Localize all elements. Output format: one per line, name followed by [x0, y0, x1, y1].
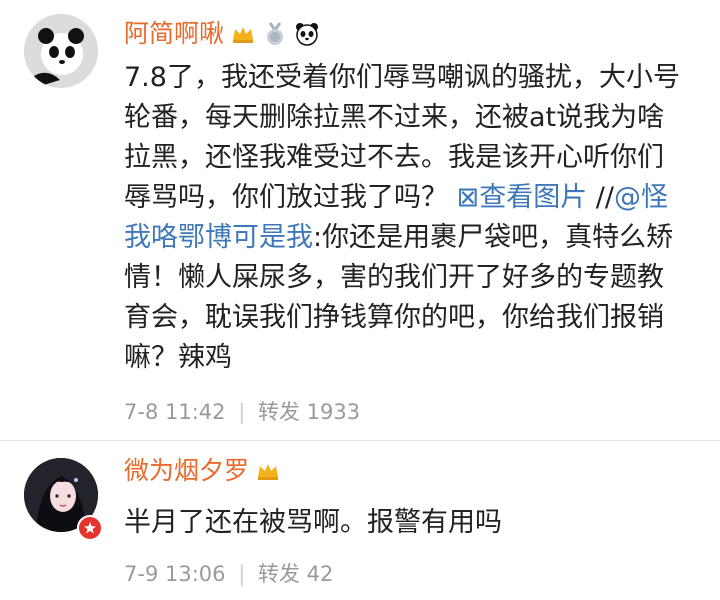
- comment-item-1: 阿简啊啾 7.8了，我还受着你们辱骂嘲讽的骚扰，大小号轮番，每天删除拉黑不过来，…: [0, 0, 720, 440]
- comment-body: 半月了还在被骂啊。报警有用吗: [124, 507, 502, 538]
- view-image-label: 查看图片: [479, 182, 588, 213]
- crown-icon: [255, 458, 281, 484]
- user-row: 阿简啊啾: [124, 18, 320, 50]
- repost-count: 1933: [306, 400, 361, 424]
- avatar[interactable]: [24, 14, 98, 88]
- comment-item-2: 微为烟夕罗 半月了还在被骂啊。报警有用吗 7-9 13:06 | 转发 42: [0, 441, 720, 600]
- verified-badge: [77, 515, 103, 541]
- image-icon: ⊠: [456, 182, 480, 213]
- username[interactable]: 阿简啊啾: [124, 18, 224, 50]
- comment-text: 7.8了，我还受着你们辱骂嘲讽的骚扰，大小号轮番，每天删除拉黑不过来，还被at说…: [124, 58, 684, 378]
- repost-count: 42: [306, 562, 334, 586]
- repost-prefix: //: [587, 182, 614, 213]
- repost-label[interactable]: 转发: [258, 400, 300, 424]
- comment-date: 7-9 13:06: [124, 562, 226, 586]
- panda-avatar-icon: [24, 14, 98, 88]
- user-row: 微为烟夕罗: [124, 455, 281, 487]
- comment-meta: 7-9 13:06 | 转发 42: [124, 558, 333, 588]
- crown-icon: [230, 21, 256, 47]
- star-icon: [84, 522, 96, 534]
- comment-text: 半月了还在被骂啊。报警有用吗: [124, 503, 684, 543]
- repost-label[interactable]: 转发: [258, 562, 300, 586]
- meta-separator: |: [238, 562, 246, 586]
- panda-icon: [294, 21, 320, 47]
- medal-icon: [262, 21, 288, 47]
- view-image-link[interactable]: ⊠查看图片: [457, 182, 588, 213]
- comment-meta: 7-8 11:42 | 转发 1933: [124, 396, 360, 426]
- username[interactable]: 微为烟夕罗: [124, 455, 249, 487]
- comment-date: 7-8 11:42: [124, 400, 226, 424]
- meta-separator: |: [238, 400, 246, 424]
